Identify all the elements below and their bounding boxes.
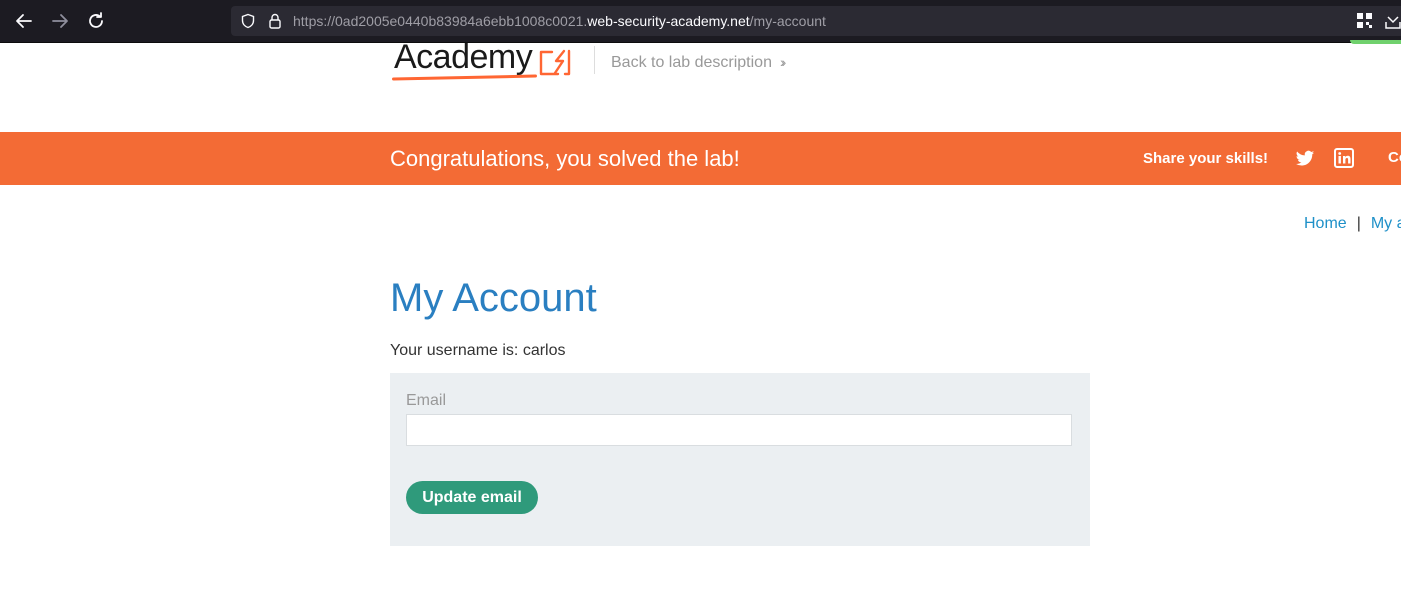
academy-logo[interactable]: Academy — [392, 42, 577, 82]
solved-banner: Congratulations, you solved the lab! Sha… — [0, 132, 1401, 185]
forward-arrow-icon[interactable] — [49, 10, 71, 32]
email-field[interactable] — [406, 414, 1072, 446]
change-email-form: Email Update email — [390, 373, 1090, 546]
back-link-label: Back to lab description — [611, 54, 772, 71]
username-text: Your username is: carlos — [390, 342, 566, 359]
lab-status-badge — [1350, 40, 1401, 44]
lightning-mark-icon — [538, 48, 572, 78]
logo-text: Academy — [394, 42, 533, 76]
share-label: Share your skills! — [1143, 150, 1269, 167]
shield-icon[interactable] — [240, 13, 256, 29]
update-email-button[interactable]: Update email — [406, 481, 538, 514]
address-bar[interactable]: https://0ad2005e0440b83984a6ebb1008c0021… — [231, 6, 1401, 36]
breadcrumb-current[interactable]: My a — [1371, 215, 1401, 232]
email-label: Email — [406, 392, 447, 409]
browser-toolbar: https://0ad2005e0440b83984a6ebb1008c0021… — [0, 0, 1401, 43]
extensions-icon[interactable] — [1356, 12, 1374, 30]
page-title: My Account — [390, 276, 597, 320]
url-text[interactable]: https://0ad2005e0440b83984a6ebb1008c0021… — [293, 13, 826, 29]
back-arrow-icon[interactable] — [13, 10, 35, 32]
breadcrumb-home[interactable]: Home — [1304, 215, 1347, 232]
banner-cut-text[interactable]: Co — [1388, 149, 1401, 166]
banner-message: Congratulations, you solved the lab! — [390, 146, 740, 171]
breadcrumb: Home | My a — [1304, 215, 1401, 233]
reload-icon[interactable] — [85, 10, 107, 32]
breadcrumb-separator: | — [1356, 215, 1361, 232]
back-to-lab-link[interactable]: Back to lab description ›› — [611, 54, 787, 72]
linkedin-icon[interactable] — [1334, 148, 1354, 168]
lock-icon[interactable] — [267, 12, 283, 30]
downloads-icon[interactable] — [1384, 12, 1401, 30]
double-chevron-right-icon: ›› — [779, 54, 787, 70]
url-prefix: https://0ad2005e0440b83984a6ebb1008c0021… — [293, 13, 588, 29]
url-path: /my-account — [749, 13, 826, 29]
twitter-icon[interactable] — [1295, 148, 1315, 168]
url-host: web-security-academy.net — [587, 13, 750, 29]
header-divider — [594, 46, 595, 74]
